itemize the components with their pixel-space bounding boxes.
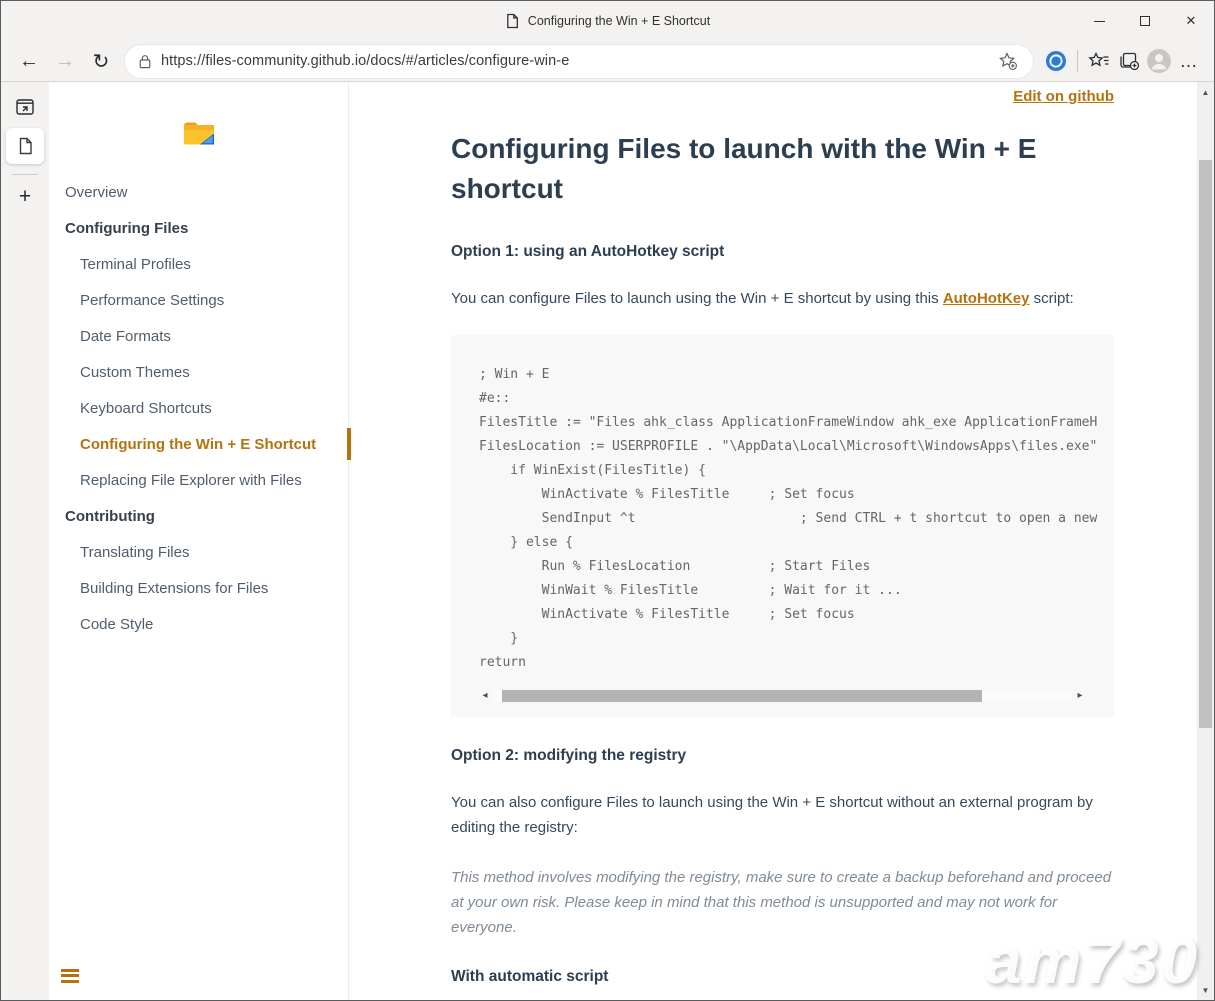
collections-button[interactable] [1114,46,1144,76]
code-line: #e:: [479,387,1114,411]
scroll-right-icon[interactable]: ▸ [1074,689,1086,703]
address-bar[interactable]: https://files-community.github.io/docs/#… [125,45,1033,78]
code-block: ; Win + E #e:: FilesTitle := "Files ahk_… [451,335,1114,717]
edit-on-github-link[interactable]: Edit on github [1013,88,1114,105]
app-logo[interactable] [49,118,348,148]
maximize-icon [1140,16,1150,26]
avatar-icon [1146,48,1172,74]
page-title: Configuring Files to launch with the Win… [451,129,1114,209]
titlebar: Configuring the Win + E Shortcut ✕ [1,1,1214,41]
maximize-button[interactable] [1122,1,1168,41]
sidebar-item-keyboard-shortcuts[interactable]: Keyboard Shortcuts [49,390,348,426]
settings-menu-button[interactable]: … [1174,46,1204,76]
code-line: } [479,627,1114,651]
hscroll-track[interactable] [493,690,1072,702]
code-line: } else { [479,531,1114,555]
tab-page-icon [18,137,33,155]
profile-button[interactable] [1144,46,1174,76]
main-content: Edit on github Configuring Files to laun… [349,82,1197,1000]
scroll-up-icon[interactable]: ▲ [1197,84,1214,100]
ellipsis-icon: … [1180,51,1199,72]
minimize-button[interactable] [1076,1,1122,41]
vertical-tabs-icon [16,99,34,115]
sidebar-item-code-style[interactable]: Code Style [49,606,348,642]
code-line: SendInput ^t ; Send CTRL + t shortcut to… [479,507,1114,531]
warning-paragraph: This method involves modifying the regis… [451,865,1114,940]
window-title: Configuring the Win + E Shortcut [528,14,710,28]
sidebar-item-configuring-win-e[interactable]: Configuring the Win + E Shortcut [49,426,348,462]
close-icon: ✕ [1186,13,1197,29]
code-line: WinWait % FilesTitle ; Wait for it ... [479,579,1114,603]
favorites-star-icon [1088,51,1110,71]
intro-paragraph: You can configure Files to launch using … [451,286,1114,311]
collections-icon [1118,51,1140,71]
back-icon: ← [19,50,39,73]
add-favorite-button[interactable] [993,46,1023,76]
registry-paragraph: You can also configure Files to launch u… [451,790,1114,840]
code-horizontal-scrollbar[interactable]: ◂ ▸ [479,689,1086,703]
vscroll-thumb[interactable] [1199,160,1212,728]
browser-toolbar: ← → ↻ https://files-community.github.io/… [1,41,1214,82]
browser-window: Configuring the Win + E Shortcut ✕ ← → ↻… [0,0,1215,1001]
sidebar-toggle-button[interactable] [61,966,81,985]
vertical-tab-strip: + [1,82,49,1000]
code-line: WinActivate % FilesTitle ; Set focus [479,603,1114,627]
tab-title-area: Configuring the Win + E Shortcut [505,1,710,41]
code-line: if WinExist(FilesTitle) { [479,459,1114,483]
toolbar-separator [1077,50,1078,72]
vertical-tabs-toggle-button[interactable] [10,94,40,120]
url-text: https://files-community.github.io/docs/#… [161,53,993,69]
sidebar-item-custom-themes[interactable]: Custom Themes [49,354,348,390]
sidebar-item-overview[interactable]: Overview [49,174,348,210]
scroll-left-icon[interactable]: ◂ [479,689,491,703]
option2-heading: Option 2: modifying the registry [451,747,1114,765]
automatic-script-heading: With automatic script [451,968,1114,986]
scroll-down-icon[interactable]: ▼ [1197,982,1214,998]
autohotkey-link[interactable]: AutoHotKey [943,290,1030,307]
star-add-icon [998,51,1018,71]
sidebar-item-terminal-profiles[interactable]: Terminal Profiles [49,246,348,282]
option1-heading: Option 1: using an AutoHotkey script [451,243,1114,261]
hscroll-thumb[interactable] [502,690,983,702]
code-line: WinActivate % FilesTitle ; Set focus [479,483,1114,507]
tabstrip-divider [12,174,38,175]
code-line: ; Win + E [479,363,1114,387]
refresh-icon: ↻ [93,49,110,74]
favorites-button[interactable] [1084,46,1114,76]
plus-icon: + [19,185,31,209]
back-button[interactable]: ← [11,44,47,78]
minimize-icon [1094,21,1105,22]
sidebar-item-translating-files[interactable]: Translating Files [49,534,348,570]
new-tab-button[interactable]: + [10,183,40,211]
blue-swirl-extension-icon [1045,50,1067,72]
code-line: return [479,651,1114,675]
docs-sidebar: Overview Configuring Files Terminal Prof… [49,82,349,1000]
sidebar-section-contributing[interactable]: Contributing [49,498,348,534]
files-folder-logo-icon [180,118,218,148]
close-button[interactable]: ✕ [1168,1,1214,41]
page-favicon-icon [505,13,519,29]
sidebar-item-replacing-file-explorer[interactable]: Replacing File Explorer with Files [49,462,348,498]
sidebar-item-performance-settings[interactable]: Performance Settings [49,282,348,318]
lock-icon[interactable] [139,54,151,69]
refresh-button[interactable]: ↻ [83,44,119,78]
code-line: FilesTitle := "Files ahk_class Applicati… [479,411,1114,435]
code-line: Run % FilesLocation ; Start Files [479,555,1114,579]
active-tab[interactable] [6,128,44,164]
extension-button[interactable] [1041,46,1071,76]
sidebar-item-building-extensions[interactable]: Building Extensions for Files [49,570,348,606]
forward-icon: → [55,50,75,73]
hamburger-icon [61,969,79,972]
sidebar-section-configuring-files[interactable]: Configuring Files [49,210,348,246]
page-scrollbar[interactable]: ▲ ▼ [1197,82,1214,1000]
code-line: FilesLocation := USERPROFILE . "\AppData… [479,435,1114,459]
sidebar-item-date-formats[interactable]: Date Formats [49,318,348,354]
forward-button[interactable]: → [47,44,83,78]
